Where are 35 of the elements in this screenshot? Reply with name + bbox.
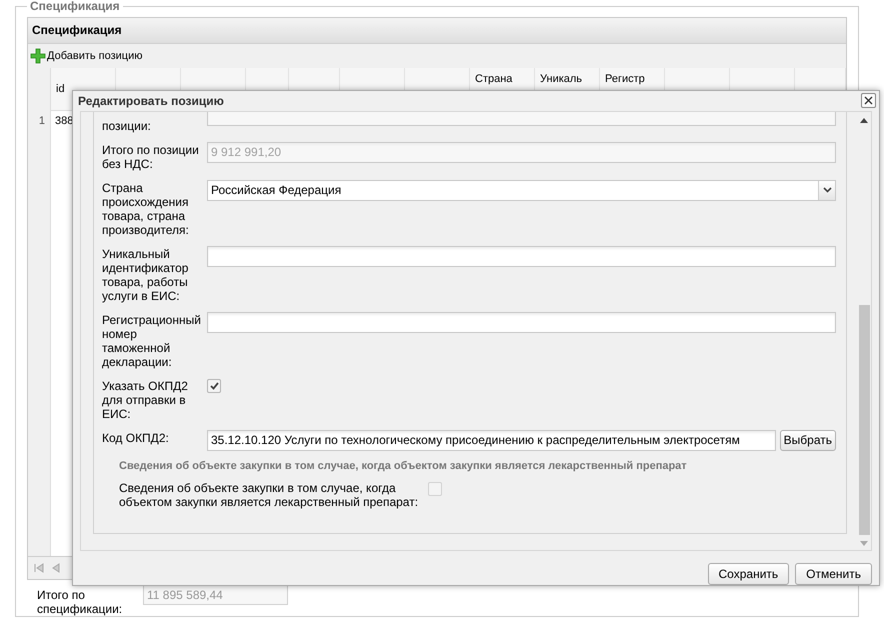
checkmark-icon: [210, 382, 218, 390]
plus-icon: [30, 48, 46, 64]
field-label: Страна происхождения товара, страна производителя:: [102, 180, 190, 237]
save-button[interactable]: Сохранить: [708, 563, 790, 585]
text-field[interactable]: [207, 312, 836, 333]
section-heading: Сведения об объекте закупки в том случае, когда объектом закупки является лекарственный препарат: [118, 460, 688, 472]
scrollbar-thumb[interactable]: [858, 305, 870, 535]
dropdown-button[interactable]: [818, 180, 835, 200]
field-label: Указать ОКПД2 для отправки в ЕИС:: [102, 378, 189, 421]
field-label: Код ОКПД2:: [102, 430, 170, 445]
okpd-code-field[interactable]: 35.12.10.120 Услуги по технологическому присоединению к распределительным электросетям: [207, 430, 776, 451]
chevron-down-icon: [822, 187, 832, 194]
panel-title: Спецификация: [28, 18, 846, 44]
field-label: Регистрационный номер таможенной декларации:: [102, 312, 202, 369]
close-icon: [864, 96, 873, 106]
scroll-down-icon[interactable]: [860, 541, 868, 546]
first-page-icon[interactable]: [34, 563, 44, 573]
field-label: Сведения об объекте закупки в том случае, когда объектом закупки является лекарственный препарат:: [119, 480, 420, 509]
checkbox[interactable]: [207, 378, 221, 393]
total-field: 11 895 589,44: [143, 585, 288, 605]
cancel-button[interactable]: Отменить: [795, 563, 872, 585]
select-button[interactable]: Выбрать: [780, 430, 836, 451]
field-label: позиции:: [102, 118, 152, 133]
scroll-up-icon[interactable]: [860, 118, 868, 123]
row-number: 1: [38, 114, 46, 129]
close-button[interactable]: [861, 93, 876, 108]
fieldset-legend: Спецификация: [27, 0, 123, 13]
field-label: Итого по позиции без НДС:: [102, 142, 200, 171]
country-dropdown[interactable]: Российская Федерация: [207, 180, 836, 201]
total-label: Итого по спецификации:: [37, 587, 124, 616]
dropdown-value: Российская Федерация: [210, 182, 342, 199]
text-field[interactable]: [207, 246, 836, 267]
add-position-button[interactable]: Добавить позицию: [30, 48, 143, 64]
field-label: Уникальный идентификатор товара, работы услуги в ЕИС:: [102, 246, 190, 303]
previous-page-icon[interactable]: [52, 563, 60, 573]
